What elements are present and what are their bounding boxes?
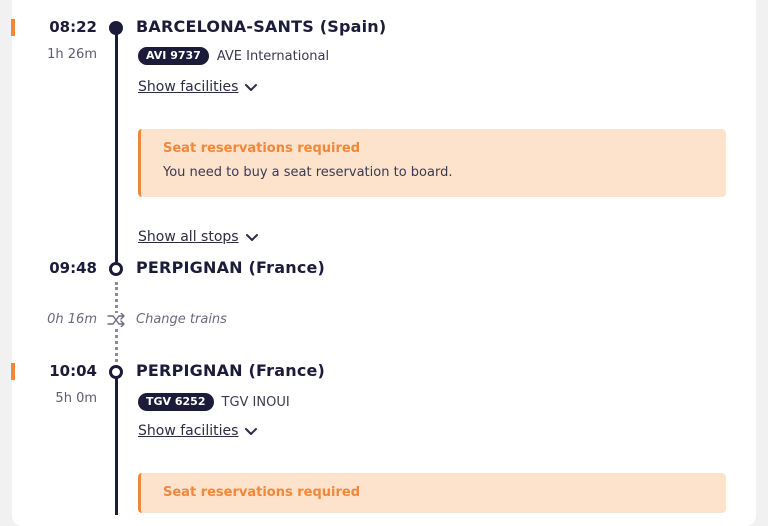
- segment-duration: 5h 0m: [55, 391, 97, 406]
- train-name: TGV INOUI: [221, 394, 290, 410]
- show-all-stops-link[interactable]: Show all stops: [138, 229, 259, 245]
- notice-title: Seat reservations required: [163, 485, 361, 500]
- arrival-dot: [109, 262, 123, 276]
- show-facilities-label: Show facilities: [138, 79, 239, 95]
- seat-reservation-notice: Seat reservations required: [138, 473, 726, 513]
- segment-duration: 1h 26m: [47, 47, 97, 62]
- train-name: AVE International: [216, 48, 330, 64]
- show-facilities-label: Show facilities: [138, 423, 239, 439]
- journey-card: [12, 0, 756, 526]
- train-info: AVI 9737 AVE International: [138, 47, 329, 65]
- show-facilities-link[interactable]: Show facilities: [138, 79, 258, 95]
- show-all-stops-label: Show all stops: [138, 229, 239, 245]
- train-info: TGV 6252 TGV INOUI: [138, 393, 290, 411]
- origin-station: PERPIGNAN (France): [136, 361, 326, 380]
- chevron-down-icon: [245, 84, 258, 91]
- train-number-badge: TGV 6252: [138, 393, 214, 411]
- segment-marker: [11, 363, 15, 380]
- transfer-duration: 0h 16m: [47, 312, 97, 327]
- segment-marker: [11, 19, 15, 36]
- chevron-down-icon: [245, 428, 258, 435]
- origin-station: BARCELONA-SANTS (Spain): [136, 17, 387, 36]
- chevron-down-icon: [245, 234, 258, 241]
- seat-reservation-notice: Seat reservations required You need to b…: [138, 129, 726, 197]
- destination-station: PERPIGNAN (France): [136, 258, 326, 277]
- timeline-line: [115, 28, 118, 268]
- timeline-line: [115, 375, 118, 515]
- train-number-badge: AVI 9737: [138, 47, 209, 65]
- notice-text: You need to buy a seat reservation to bo…: [163, 165, 453, 180]
- departure-time: 10:04: [49, 362, 97, 380]
- departure-time: 08:22: [49, 18, 97, 36]
- departure-dot: [109, 365, 123, 379]
- shuffle-icon: [106, 313, 126, 327]
- show-facilities-link[interactable]: Show facilities: [138, 423, 258, 439]
- notice-title: Seat reservations required: [163, 141, 361, 156]
- arrival-time: 09:48: [49, 259, 97, 277]
- departure-dot: [109, 21, 123, 35]
- change-trains-label: Change trains: [136, 312, 227, 327]
